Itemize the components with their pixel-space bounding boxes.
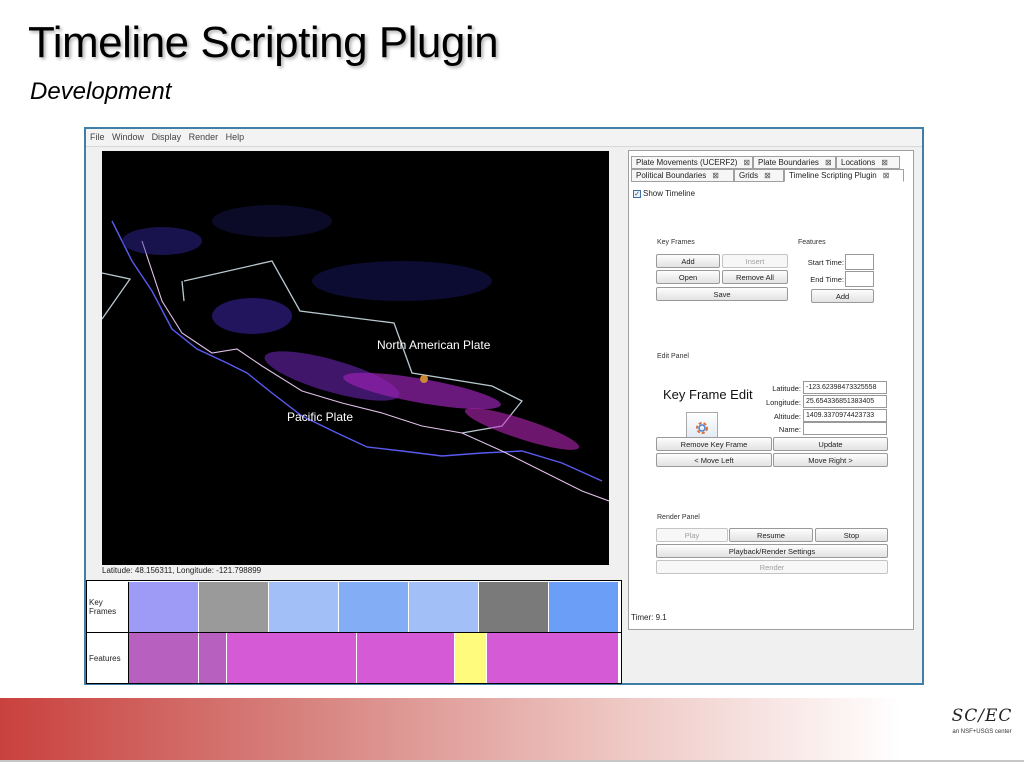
key-frames-label: Key Frames [657,239,695,246]
move-left-button[interactable]: < Move Left [656,453,772,467]
resume-button[interactable]: Resume [729,528,813,542]
tab-timeline-scripting[interactable]: Timeline Scripting Plugin ⊠ [784,169,904,182]
move-right-button[interactable]: Move Right > [773,453,888,467]
row-label-keyframes: Key Frames [87,582,129,632]
close-icon[interactable]: ⊠ [743,158,750,167]
tab-plate-boundaries[interactable]: Plate Boundaries ⊠ [753,156,836,169]
close-icon[interactable]: ⊠ [883,171,890,180]
feature-block[interactable] [199,633,227,683]
close-icon[interactable]: ⊠ [825,158,832,167]
pacific-plate-label: Pacific Plate [287,410,353,424]
slide-subtitle: Development [30,78,172,105]
longitude-label: Longitude: [765,398,801,407]
map-viewport[interactable]: North American Plate Pacific Plate [102,151,609,565]
row-label-features: Features [87,633,129,683]
keyframe-block[interactable] [199,582,269,632]
menu-display[interactable]: Display [152,132,182,142]
tab-row-1: Plate Movements (UCERF2) ⊠ Plate Boundari… [631,156,900,169]
tab-row-2: Political Boundaries ⊠ Grids ⊠ Timeline Sc… [631,169,904,182]
footer-gradient [0,698,1024,760]
slide-title: Timeline Scripting Plugin [28,18,499,67]
latitude-label: Latitude: [772,384,801,393]
show-timeline-label: Show Timeline [643,189,696,198]
altitude-input[interactable]: 1409.3370974423733 [803,409,887,422]
end-time-label: End Time: [810,275,844,284]
logo-subtitle: an NSF+USGS center [952,729,1012,735]
add-feature-button[interactable]: Add [811,289,874,303]
longitude-input[interactable]: 25.654336851383405 [803,395,887,408]
key-frame-edit-title: Key Frame Edit [663,387,753,402]
menubar: File Window Display Render Help [86,129,922,147]
render-panel-label: Render Panel [657,514,700,521]
tab-grids[interactable]: Grids ⊠ [734,169,784,182]
altitude-label: Altitude: [773,412,801,421]
coordinate-readout: Latitude: 48.156311, Longitude: -121.798… [102,566,262,575]
timeline-panel[interactable]: Key Frames Features [86,580,622,684]
feature-block[interactable] [455,633,487,683]
show-timeline-checkbox[interactable]: ✓ Show Timeline [633,189,695,198]
keyframe-block[interactable] [409,582,479,632]
start-time-input[interactable] [845,254,874,270]
keyframe-block[interactable] [549,582,619,632]
feature-block[interactable] [227,633,357,683]
scec-logo: SC/EC an NSF+USGS center [944,706,1020,756]
stop-button[interactable]: Stop [815,528,888,542]
features-label: Features [798,239,826,246]
remove-all-button[interactable]: Remove All [722,270,788,284]
menu-file[interactable]: File [90,132,105,142]
logo-mark: SC/EC [951,706,1013,726]
close-icon[interactable]: ⊠ [764,171,771,180]
start-time-label: Start Time: [807,258,844,267]
edit-panel-label: Edit Panel [657,353,689,360]
end-time-input[interactable] [845,271,874,287]
menu-window[interactable]: Window [112,132,144,142]
update-button[interactable]: Update [773,437,888,451]
feature-block[interactable] [487,633,619,683]
plugin-panel: Plate Movements (UCERF2) ⊠ Plate Boundari… [628,150,914,630]
north-american-plate-label: North American Plate [377,338,491,352]
remove-key-frame-button[interactable]: Remove Key Frame [656,437,772,451]
feature-block[interactable] [129,633,199,683]
color-wheel-icon [696,422,708,434]
check-icon[interactable]: ✓ [633,189,641,198]
tab-plate-movements[interactable]: Plate Movements (UCERF2) ⊠ [631,156,753,169]
keyframe-block[interactable] [129,582,199,632]
add-keyframe-button[interactable]: Add [656,254,720,268]
feature-block[interactable] [357,633,455,683]
tab-locations[interactable]: Locations ⊠ [836,156,900,169]
timer-readout: Timer: 9.1 [631,613,667,622]
play-button[interactable]: Play [656,528,728,542]
latitude-input[interactable]: -123.62398473325558 [803,381,887,394]
keyframe-block[interactable] [269,582,339,632]
render-button[interactable]: Render [656,560,888,574]
name-label: Name: [778,425,801,434]
map-canvas[interactable]: North American Plate Pacific Plate [102,151,609,565]
timeline-row-features: Features [87,633,621,683]
political-boundary-line [111,220,603,482]
close-icon[interactable]: ⊠ [712,171,719,180]
open-keyframes-button[interactable]: Open [656,270,720,284]
name-input[interactable] [803,422,887,435]
keyframe-block[interactable] [479,582,549,632]
menu-render[interactable]: Render [189,132,219,142]
footer-line [0,760,1024,762]
save-keyframes-button[interactable]: Save [656,287,788,301]
playback-render-settings-button[interactable]: Playback/Render Settings [656,544,888,558]
app-window: File Window Display Render Help North Am… [84,127,924,685]
insert-keyframe-button[interactable]: Insert [722,254,788,268]
close-icon[interactable]: ⊠ [881,158,888,167]
menu-help[interactable]: Help [226,132,245,142]
timeline-row-keyframes: Key Frames [87,582,621,632]
keyframe-block[interactable] [339,582,409,632]
tab-political-boundaries[interactable]: Political Boundaries ⊠ [631,169,734,182]
